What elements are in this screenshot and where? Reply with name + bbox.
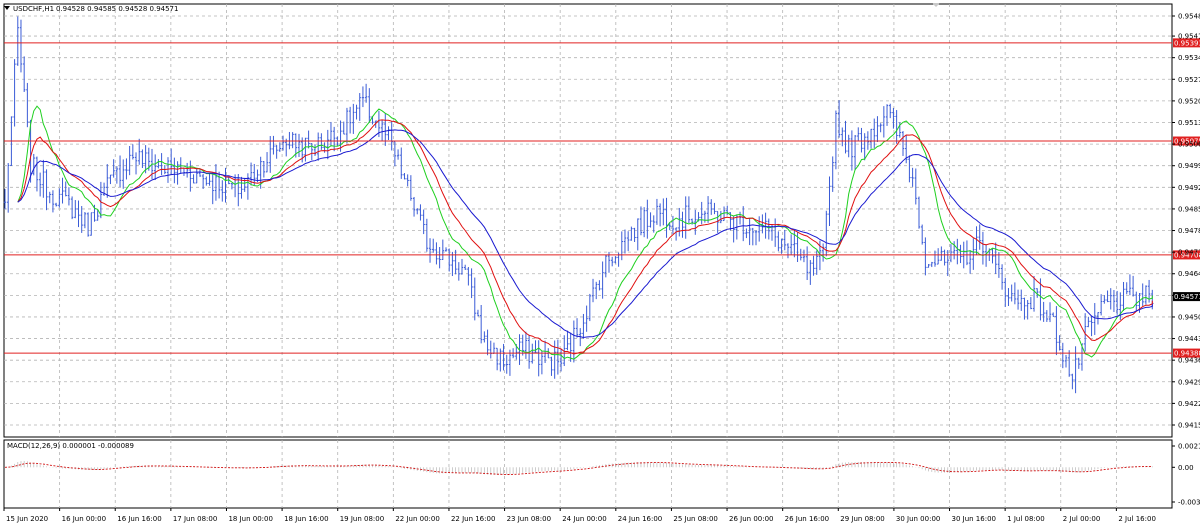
time-tick-label: 24 Jun 16:00 <box>618 515 662 523</box>
current-price-label: 0.94571 <box>1174 293 1200 301</box>
price-tick-label: 0.95415 <box>1178 33 1200 41</box>
price-tick-label: 0.94855 <box>1178 205 1200 213</box>
time-tick-label: 26 Jun 00:00 <box>729 515 773 523</box>
price-tick-label: 0.94645 <box>1178 270 1200 278</box>
price-tick-label: 0.94925 <box>1178 184 1200 192</box>
price-tick-label: 0.94225 <box>1178 400 1200 408</box>
price-tick-label: 0.94995 <box>1178 162 1200 170</box>
time-tick-label: 29 Jun 08:00 <box>840 515 884 523</box>
symbol-label: USDCHF,H1 <box>13 5 54 13</box>
chart-header: USDCHF,H1 0.94528 0.94585 0.94528 0.9457… <box>4 5 178 13</box>
time-tick-label: 18 Jun 00:00 <box>228 515 272 523</box>
price-tick-label: 0.95275 <box>1178 76 1200 84</box>
time-tick-label: 15 Jun 2020 <box>6 515 48 523</box>
time-tick-label: 30 Jun 16:00 <box>952 515 996 523</box>
chart-window[interactable]: 0.953930.950750.947060.94388 0.002160.00… <box>0 0 1200 527</box>
time-tick-label: 30 Jun 00:00 <box>896 515 940 523</box>
price-tick-label: 0.95480 <box>1178 13 1200 21</box>
time-tick-label: 2 Jul 00:00 <box>1063 515 1101 523</box>
time-tick-label: 23 Jun 08:00 <box>507 515 551 523</box>
price-tick-label: 0.94155 <box>1178 422 1200 430</box>
time-tick-label: 16 Jun 00:00 <box>62 515 106 523</box>
time-tick-label: 16 Jun 16:00 <box>117 515 161 523</box>
time-tick-label: 24 Jun 00:00 <box>562 515 606 523</box>
price-tick-label: 0.95345 <box>1178 54 1200 62</box>
time-tick-label: 2 Jul 16:00 <box>1118 515 1156 523</box>
price-tick-label: 0.94785 <box>1178 227 1200 235</box>
price-tick-label: 0.94715 <box>1178 249 1200 257</box>
time-tick-label: 19 Jun 08:00 <box>340 515 384 523</box>
time-tick-label: 22 Jun 00:00 <box>395 515 439 523</box>
price-tick-label: 0.95205 <box>1178 97 1200 105</box>
price-tick-label: 0.94505 <box>1178 313 1200 321</box>
time-tick-label: 18 Jun 16:00 <box>284 515 328 523</box>
price-tick-label: 0.95065 <box>1178 141 1200 149</box>
macd-tick-label: 0.00216 <box>1178 443 1200 451</box>
time-tick-label: 1 Jul 08:00 <box>1007 515 1045 523</box>
macd-tick-label: 0.00 <box>1178 464 1194 472</box>
macd-label: MACD(12,26,9) 0.000001 -0.000089 <box>7 442 134 450</box>
macd-tick-label: -0.00352 <box>1178 499 1200 507</box>
time-tick-label: 25 Jun 08:00 <box>673 515 717 523</box>
time-tick-label: 22 Jun 16:00 <box>451 515 495 523</box>
time-tick-label: 17 Jun 08:00 <box>173 515 217 523</box>
price-tick-label: 0.94365 <box>1178 357 1200 365</box>
price-tick-label: 0.94435 <box>1178 335 1200 343</box>
chart-canvas[interactable]: 0.953930.950750.947060.94388 0.002160.00… <box>0 0 1200 527</box>
ohlc-label: 0.94528 0.94585 0.94528 0.94571 <box>56 5 178 13</box>
price-tick-label: 0.94295 <box>1178 378 1200 386</box>
price-tick-label: 0.95135 <box>1178 119 1200 127</box>
time-tick-label: 26 Jun 16:00 <box>785 515 829 523</box>
